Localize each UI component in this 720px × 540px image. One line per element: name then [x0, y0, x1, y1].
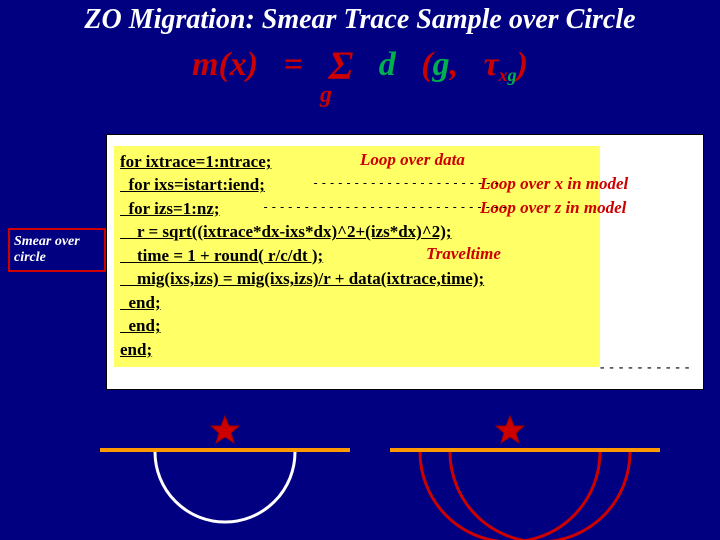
arc-right-1 [420, 452, 600, 540]
sigma-symbol: Σ [328, 43, 353, 88]
annot-loop-data: Loop over data [360, 150, 465, 170]
formula-g: g [433, 46, 450, 83]
formula-d: d [379, 46, 396, 83]
code-line-8: end; [120, 314, 594, 337]
formula-eq: = [284, 46, 303, 83]
formula: m(x) = Σ d (g, τxg) g [0, 38, 720, 108]
dash-z: ------------------------------ [262, 200, 509, 214]
smear-label-box: Smear over circle [8, 228, 106, 272]
dash-end: ---------- [598, 360, 692, 376]
dash-x: ----------------------- [312, 176, 501, 190]
annot-travel: Traveltime [426, 244, 501, 264]
sub-g: g [508, 65, 517, 85]
code-line-5: time = 1 + round( r/c/dt ); [120, 244, 594, 267]
code-line-6: mig(ixs,izs) = mig(ixs,izs)/r + data(ixt… [120, 267, 594, 290]
arc-left-inner [155, 452, 295, 522]
annot-loop-x: Loop over x in model [480, 174, 628, 194]
code-line-1: for ixtrace=1:ntrace; [120, 150, 594, 173]
formula-mx: m(x) [192, 46, 258, 83]
migration-diagram [100, 390, 700, 540]
code-line-9: end; [120, 338, 594, 361]
arc-right-2 [450, 452, 630, 540]
tau: τ [484, 46, 499, 83]
lparen: ( [421, 46, 432, 83]
code-line-4: r = sqrt((ixtrace*dx-ixs*dx)^2+(izs*dx)^… [120, 220, 594, 243]
code-line-7: end; [120, 291, 594, 314]
rparen: ) [517, 46, 528, 83]
burst-right [496, 416, 524, 443]
comma: , [450, 46, 459, 83]
sigma-under-g: g [320, 82, 332, 109]
sub-x: x [499, 65, 508, 85]
slide-title: ZO Migration: Smear Trace Sample over Ci… [0, 0, 720, 36]
burst-left [211, 416, 239, 443]
